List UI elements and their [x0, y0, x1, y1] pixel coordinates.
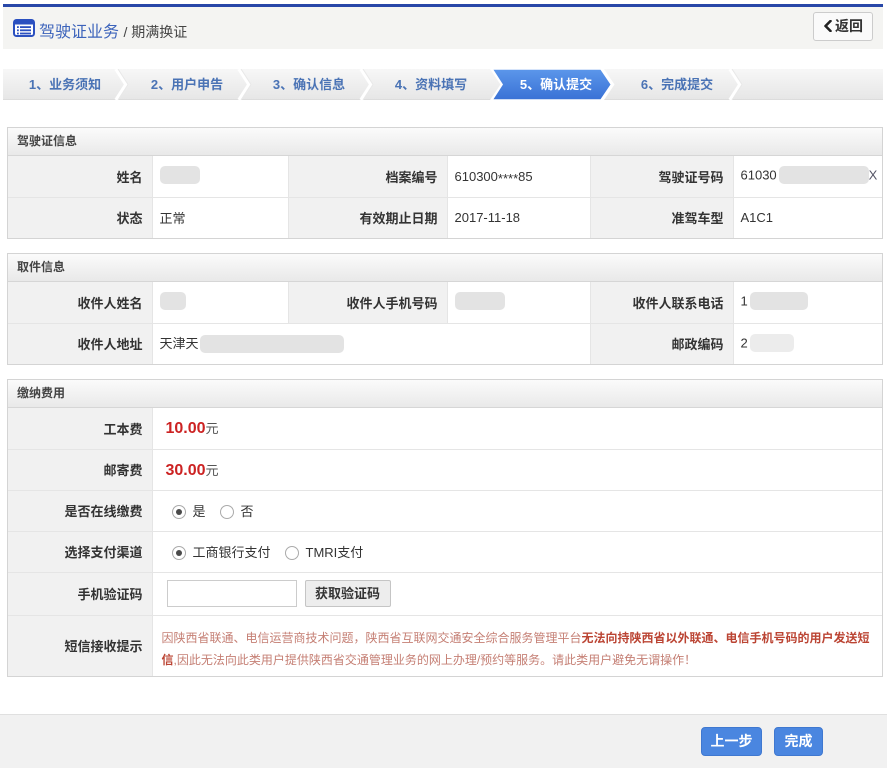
svg-text:3、确认信息: 3、确认信息: [273, 77, 345, 92]
svg-text:4、资料填写: 4、资料填写: [395, 77, 467, 92]
svg-text:6、完成提交: 6、完成提交: [641, 77, 713, 92]
svg-text:1、业务须知: 1、业务须知: [29, 77, 101, 92]
svg-text:2、用户申告: 2、用户申告: [151, 77, 223, 92]
svg-text:5、确认提交: 5、确认提交: [520, 77, 592, 92]
